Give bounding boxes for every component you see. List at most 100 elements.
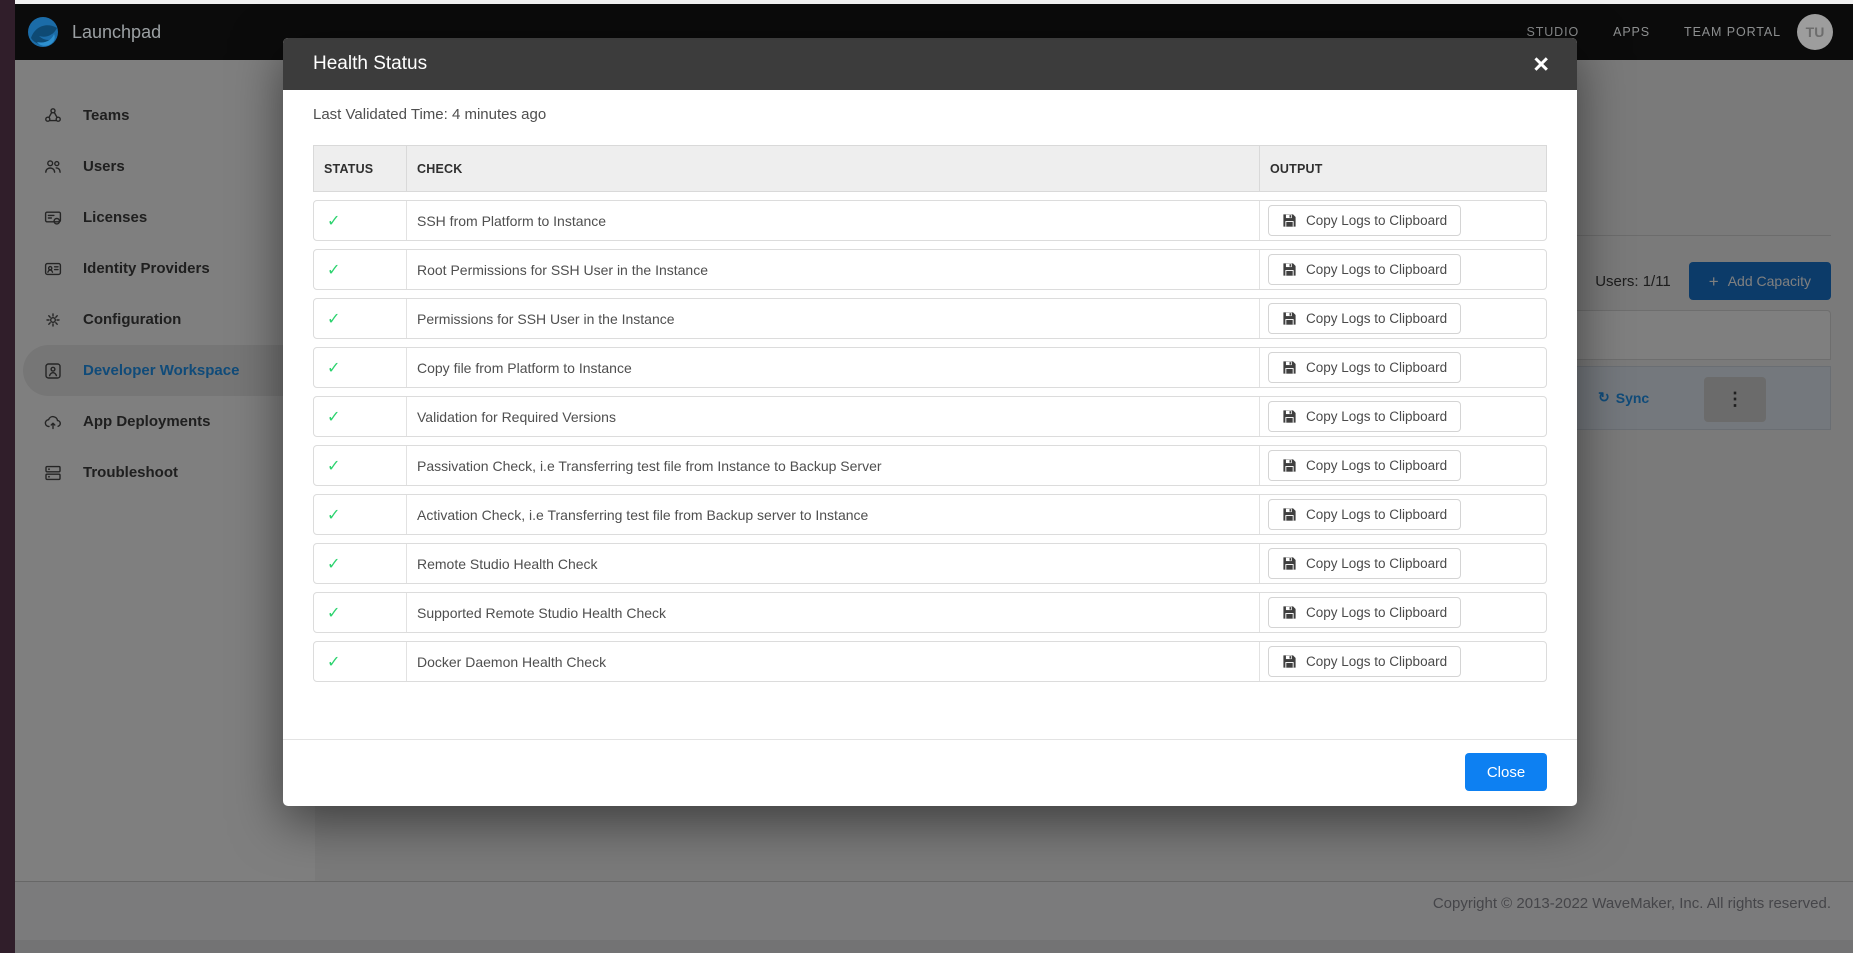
save-icon	[1282, 262, 1297, 277]
status-cell: ✓	[314, 397, 406, 436]
last-validated-text: Last Validated Time: 4 minutes ago	[313, 106, 1547, 124]
health-table: STATUS CHECK OUTPUT ✓ SSH from Platform …	[313, 145, 1547, 682]
status-cell: ✓	[314, 201, 406, 240]
check-success-icon: ✓	[324, 211, 340, 231]
copy-logs-button[interactable]: Copy Logs to Clipboard	[1268, 548, 1461, 579]
modal-title: Health Status	[313, 53, 427, 75]
save-icon	[1282, 458, 1297, 473]
health-check-row: ✓ Copy file from Platform to Instance Co…	[313, 347, 1547, 388]
check-cell: Permissions for SSH User in the Instance	[406, 299, 1259, 338]
health-check-row: ✓ Permissions for SSH User in the Instan…	[313, 298, 1547, 339]
status-cell: ✓	[314, 593, 406, 632]
copy-logs-button[interactable]: Copy Logs to Clipboard	[1268, 205, 1461, 236]
health-check-row: ✓ SSH from Platform to Instance Copy Log…	[313, 200, 1547, 241]
save-icon	[1282, 213, 1297, 228]
save-icon	[1282, 556, 1297, 571]
copy-logs-button[interactable]: Copy Logs to Clipboard	[1268, 499, 1461, 530]
check-success-icon: ✓	[324, 652, 340, 672]
table-header-row: STATUS CHECK OUTPUT	[313, 145, 1547, 192]
modal-body: Last Validated Time: 4 minutes ago STATU…	[283, 90, 1577, 682]
check-success-icon: ✓	[324, 260, 340, 280]
check-cell: Copy file from Platform to Instance	[406, 348, 1259, 387]
check-cell: Root Permissions for SSH User in the Ins…	[406, 250, 1259, 289]
save-icon	[1282, 409, 1297, 424]
check-success-icon: ✓	[324, 358, 340, 378]
health-check-row: ✓ Validation for Required Versions Copy …	[313, 396, 1547, 437]
check-cell: Activation Check, i.e Transferring test …	[406, 495, 1259, 534]
check-success-icon: ✓	[324, 554, 340, 574]
copy-logs-button[interactable]: Copy Logs to Clipboard	[1268, 352, 1461, 383]
copy-logs-button[interactable]: Copy Logs to Clipboard	[1268, 401, 1461, 432]
check-name: Validation for Required Versions	[417, 409, 616, 425]
output-cell: Copy Logs to Clipboard	[1259, 593, 1546, 632]
output-cell: Copy Logs to Clipboard	[1259, 446, 1546, 485]
avatar[interactable]: TU	[1797, 14, 1833, 50]
health-check-row: ✓ Remote Studio Health Check Copy Logs t…	[313, 543, 1547, 584]
check-name: Root Permissions for SSH User in the Ins…	[417, 262, 708, 278]
status-cell: ✓	[314, 544, 406, 583]
check-name: Docker Daemon Health Check	[417, 654, 606, 670]
health-check-row: ✓ Passivation Check, i.e Transferring te…	[313, 445, 1547, 486]
copy-logs-button[interactable]: Copy Logs to Clipboard	[1268, 254, 1461, 285]
status-cell: ✓	[314, 495, 406, 534]
output-cell: Copy Logs to Clipboard	[1259, 250, 1546, 289]
check-success-icon: ✓	[324, 505, 340, 525]
topnav: STUDIO APPS TEAM PORTAL	[1526, 25, 1781, 39]
nav-team-portal[interactable]: TEAM PORTAL	[1684, 25, 1781, 39]
save-icon	[1282, 605, 1297, 620]
check-name: Copy file from Platform to Instance	[417, 360, 632, 376]
check-success-icon: ✓	[324, 407, 340, 427]
output-cell: Copy Logs to Clipboard	[1259, 348, 1546, 387]
check-cell: Validation for Required Versions	[406, 397, 1259, 436]
output-cell: Copy Logs to Clipboard	[1259, 397, 1546, 436]
health-status-modal: Health Status × Last Validated Time: 4 m…	[283, 38, 1577, 806]
close-icon[interactable]: ×	[1533, 51, 1549, 78]
health-check-row: ✓ Root Permissions for SSH User in the I…	[313, 249, 1547, 290]
check-success-icon: ✓	[324, 456, 340, 476]
brand-title: Launchpad	[72, 22, 161, 43]
output-cell: Copy Logs to Clipboard	[1259, 495, 1546, 534]
health-check-row: ✓ Activation Check, i.e Transferring tes…	[313, 494, 1547, 535]
check-cell: Supported Remote Studio Health Check	[406, 593, 1259, 632]
save-icon	[1282, 311, 1297, 326]
check-name: Permissions for SSH User in the Instance	[417, 311, 675, 327]
check-name: Passivation Check, i.e Transferring test…	[417, 458, 882, 474]
save-icon	[1282, 654, 1297, 669]
health-check-row: ✓ Supported Remote Studio Health Check C…	[313, 592, 1547, 633]
column-output: OUTPUT	[1259, 146, 1546, 191]
nav-apps[interactable]: APPS	[1613, 25, 1650, 39]
check-name: Remote Studio Health Check	[417, 556, 598, 572]
copy-logs-button[interactable]: Copy Logs to Clipboard	[1268, 303, 1461, 334]
close-button[interactable]: Close	[1465, 753, 1547, 791]
column-check: CHECK	[406, 146, 1259, 191]
nav-studio[interactable]: STUDIO	[1526, 25, 1579, 39]
check-name: Activation Check, i.e Transferring test …	[417, 507, 868, 523]
copy-logs-button[interactable]: Copy Logs to Clipboard	[1268, 646, 1461, 677]
check-success-icon: ✓	[324, 603, 340, 623]
status-cell: ✓	[314, 348, 406, 387]
output-cell: Copy Logs to Clipboard	[1259, 544, 1546, 583]
check-cell: Remote Studio Health Check	[406, 544, 1259, 583]
column-status: STATUS	[314, 146, 406, 191]
status-cell: ✓	[314, 299, 406, 338]
output-cell: Copy Logs to Clipboard	[1259, 642, 1546, 681]
modal-header: Health Status ×	[283, 38, 1577, 90]
check-cell: Passivation Check, i.e Transferring test…	[406, 446, 1259, 485]
output-cell: Copy Logs to Clipboard	[1259, 201, 1546, 240]
check-success-icon: ✓	[324, 309, 340, 329]
copy-logs-button[interactable]: Copy Logs to Clipboard	[1268, 450, 1461, 481]
app-window: Launchpad STUDIO APPS TEAM PORTAL TU Tea…	[15, 0, 1853, 953]
modal-footer: Close	[283, 739, 1577, 806]
check-cell: Docker Daemon Health Check	[406, 642, 1259, 681]
copy-logs-button[interactable]: Copy Logs to Clipboard	[1268, 597, 1461, 628]
check-cell: SSH from Platform to Instance	[406, 201, 1259, 240]
check-name: Supported Remote Studio Health Check	[417, 605, 666, 621]
save-icon	[1282, 360, 1297, 375]
status-cell: ✓	[314, 250, 406, 289]
status-cell: ✓	[314, 642, 406, 681]
status-cell: ✓	[314, 446, 406, 485]
output-cell: Copy Logs to Clipboard	[1259, 299, 1546, 338]
health-check-row: ✓ Docker Daemon Health Check Copy Logs t…	[313, 641, 1547, 682]
save-icon	[1282, 507, 1297, 522]
wavemaker-logo-icon	[27, 16, 59, 48]
